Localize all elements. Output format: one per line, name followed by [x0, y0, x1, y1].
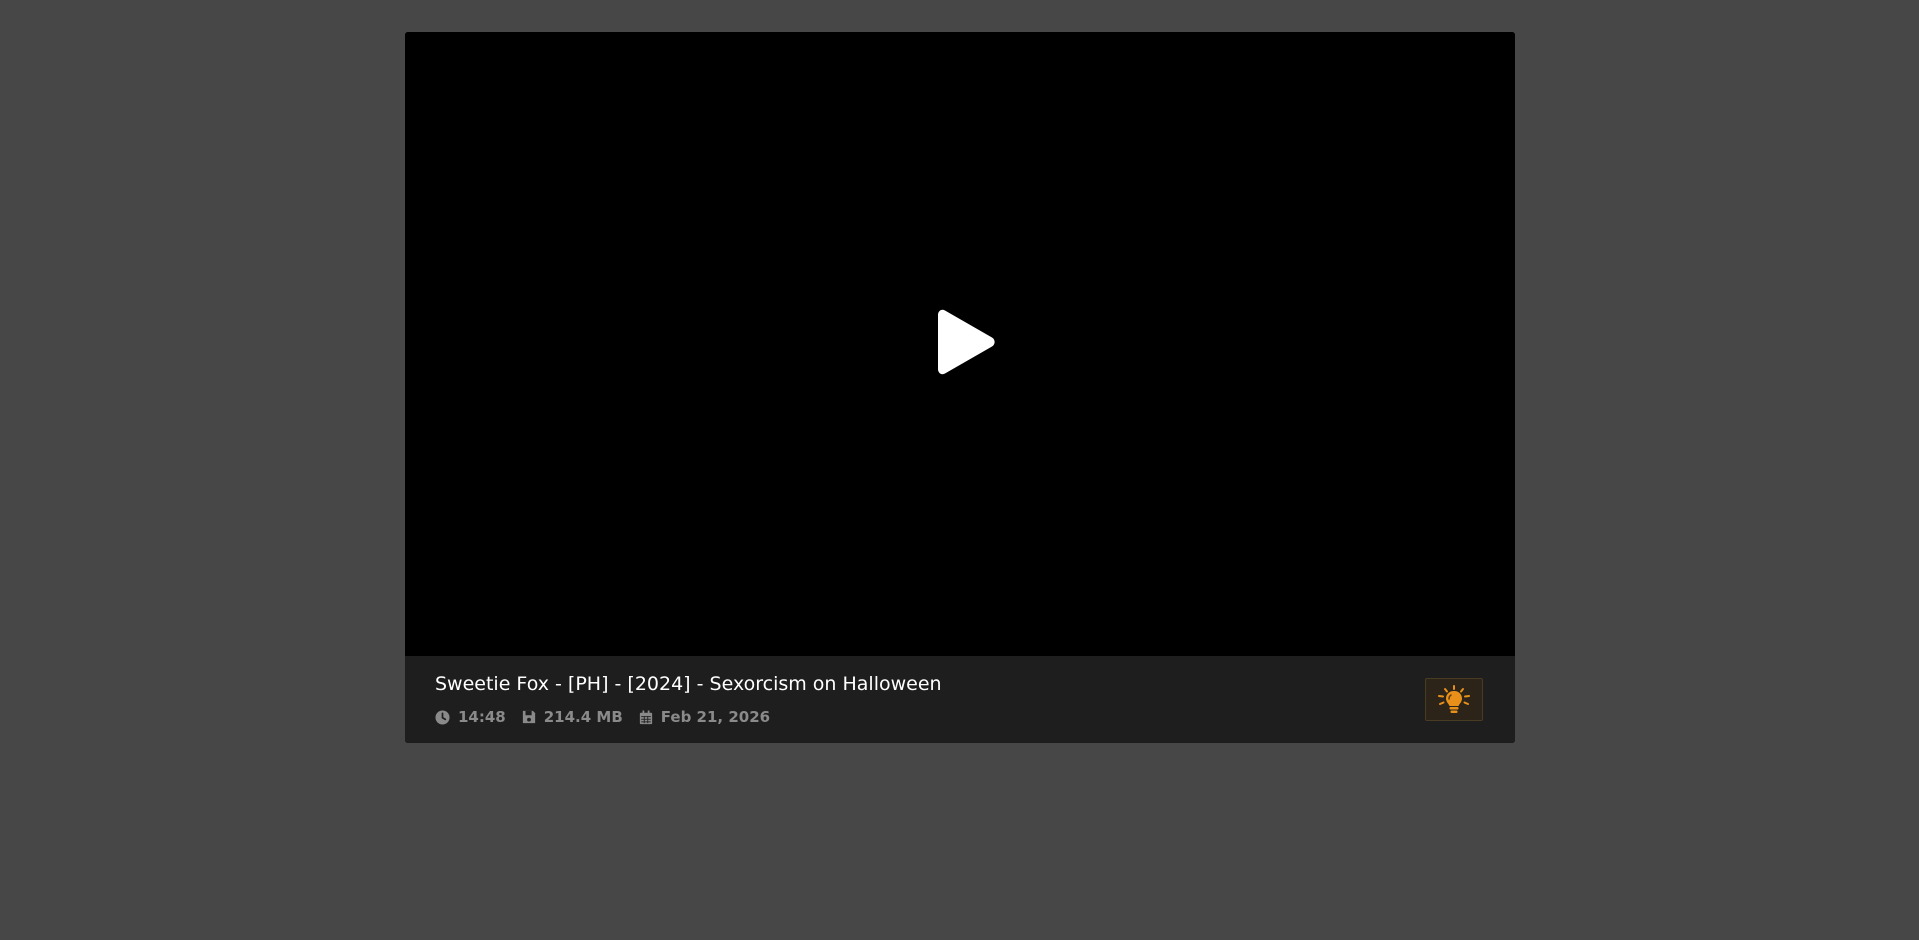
date-value: Feb 21, 2026 [660, 708, 771, 726]
file-size-value: 214.4 MB [543, 708, 623, 726]
lights-toggle-button[interactable] [1425, 678, 1483, 721]
lightbulb-icon [1438, 684, 1470, 713]
video-player: Sweetie Fox - [PH] - [2024] - Sexorcism … [405, 32, 1515, 743]
clock-icon [435, 709, 450, 725]
date-meta: Feb 21, 2026 [639, 708, 770, 726]
duration-meta: 14:48 [435, 708, 506, 726]
video-meta: 14:48 214.4 MB Feb 21, 2026 [435, 708, 786, 726]
play-button[interactable] [928, 307, 1000, 379]
play-icon [938, 309, 995, 375]
duration-value: 14:48 [458, 708, 506, 726]
floppy-disk-icon [522, 710, 535, 724]
video-title: Sweetie Fox - [PH] - [2024] - Sexorcism … [435, 673, 942, 695]
calendar-icon [639, 710, 652, 724]
file-size-meta: 214.4 MB [522, 708, 623, 726]
video-info-bar: Sweetie Fox - [PH] - [2024] - Sexorcism … [405, 656, 1515, 743]
